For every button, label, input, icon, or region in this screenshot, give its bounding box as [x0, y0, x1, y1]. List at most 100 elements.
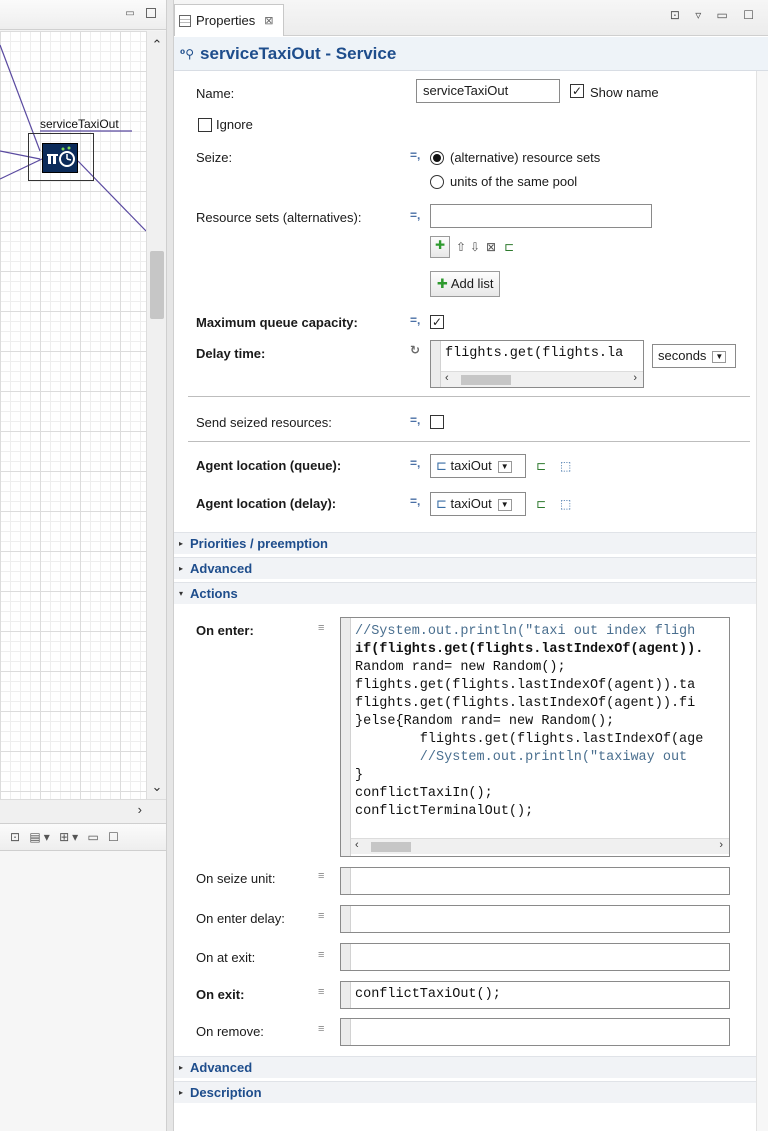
code-line: conflictTaxiOut(); — [355, 987, 501, 1002]
diagram-vertical-scrollbar[interactable]: ⌃ ⌄ — [146, 31, 166, 805]
separator — [188, 396, 750, 397]
loc-delay-select[interactable]: ⊏ taxiOut ▼ — [430, 492, 526, 516]
remove-icon[interactable]: ⊠ — [486, 240, 496, 254]
add-list-button[interactable]: ✚ Add list — [430, 271, 501, 297]
code-line: flights.get(flights.lastIndexOf(agent)).… — [355, 678, 696, 693]
add-set-icon[interactable]: ✚ — [430, 236, 451, 258]
code-line: if(flights.get(flights.lastIndexOf(agent… — [355, 642, 704, 657]
view-menu-controls[interactable]: ⊡ ▿ ▭ ☐ — [670, 8, 760, 22]
section-advanced[interactable]: ▸ Advanced — [174, 557, 756, 579]
zoom-to-location-icon[interactable]: ⬚ — [560, 497, 571, 511]
service-block-icon[interactable] — [42, 143, 78, 173]
code-field-icon: ≡ — [318, 622, 325, 634]
on-enter-editor[interactable]: //System.out.println("taxi out index fli… — [340, 617, 730, 857]
on-at-exit-label: On at exit: — [196, 950, 256, 965]
minimize-icon[interactable]: ▭ — [124, 8, 136, 19]
dynamic-value-icon[interactable]: ↻ — [410, 343, 420, 357]
on-remove-label: On remove: — [196, 1024, 264, 1039]
static-value-icon[interactable]: =, — [410, 413, 420, 427]
select-location-icon[interactable]: ⊏ — [536, 497, 546, 511]
section-advanced-label: Advanced — [190, 561, 253, 576]
delay-editor-hscroll[interactable]: ‹ › — [441, 371, 643, 387]
separator — [188, 441, 750, 442]
section-description[interactable]: ▸ Description — [174, 1081, 756, 1103]
loc-delay-label: Agent location (delay): — [196, 496, 337, 511]
properties-view: Properties ⊠ ⊡ ▿ ▭ ☐ ⁰⚲ serviceTaxiOut -… — [174, 0, 768, 1131]
maximize-icon[interactable] — [146, 8, 156, 18]
delay-time-code: flights.get(flights.la — [445, 346, 624, 361]
on-at-exit-editor[interactable] — [340, 943, 730, 971]
editor-gutter — [341, 618, 351, 856]
select-location-icon[interactable]: ⊏ — [536, 459, 546, 473]
delay-unit-select[interactable]: seconds ▼ — [652, 344, 736, 368]
select-resource-icon[interactable]: ⊏ — [504, 240, 514, 254]
code-line: //System.out.println("taxi out index fli… — [355, 624, 696, 639]
code-line: flights.get(flights.lastIndexOf(age — [355, 732, 704, 747]
pane-splitter[interactable] — [166, 0, 174, 1131]
max-queue-checkbox[interactable]: ✓ — [430, 315, 444, 329]
section-advanced-2[interactable]: ▸ Advanced — [174, 1056, 756, 1078]
seize-radio-resource-sets[interactable] — [430, 151, 444, 165]
chevron-down-icon: ▼ — [712, 350, 727, 363]
on-seize-unit-editor[interactable] — [340, 867, 730, 895]
page-title: serviceTaxiOut - Service — [200, 43, 397, 63]
code-field-icon: ≡ — [318, 910, 325, 922]
move-up-icon[interactable]: ⇧ — [456, 240, 466, 254]
section-priorities-label: Priorities / preemption — [190, 536, 328, 551]
name-input[interactable]: serviceTaxiOut — [416, 79, 560, 103]
static-value-icon[interactable]: =, — [410, 148, 420, 162]
ignore-checkbox[interactable] — [198, 118, 212, 132]
agent-name-label: serviceTaxiOut — [40, 117, 119, 131]
resource-sets-list[interactable] — [430, 204, 652, 228]
expand-triangle-icon: ▸ — [179, 1088, 184, 1097]
diagram-horizontal-scrollbar[interactable]: › — [0, 799, 166, 823]
properties-icon — [179, 14, 191, 27]
resource-sets-label: Resource sets (alternatives): — [196, 210, 362, 225]
space-markup-icon: ⊏ — [436, 496, 447, 511]
scroll-down-icon[interactable]: ⌄ — [147, 779, 167, 795]
expand-triangle-icon: ▸ — [179, 564, 184, 573]
on-exit-editor[interactable]: conflictTaxiOut(); — [340, 981, 730, 1009]
on-enter-hscroll[interactable]: ‹ › — [351, 838, 729, 854]
code-line: Random rand= new Random(); — [355, 660, 566, 675]
name-label: Name: — [196, 86, 235, 101]
static-value-icon[interactable]: =, — [410, 456, 420, 470]
loc-queue-value: taxiOut — [450, 458, 492, 473]
on-enter-delay-editor[interactable] — [340, 905, 730, 933]
service-icon: ⁰⚲ — [180, 46, 195, 61]
code-line: }else{Random rand= new Random(); — [355, 714, 615, 729]
static-value-icon[interactable]: =, — [410, 494, 420, 508]
delay-time-editor[interactable]: flights.get(flights.la ‹ › — [430, 340, 644, 388]
section-actions[interactable]: ▾ Actions — [174, 582, 756, 604]
section-priorities[interactable]: ▸ Priorities / preemption — [174, 532, 756, 554]
code-line: flights.get(flights.lastIndexOf(agent)).… — [355, 696, 696, 711]
scroll-right-icon[interactable]: › — [138, 802, 142, 817]
loc-queue-select[interactable]: ⊏ taxiOut ▼ — [430, 454, 526, 478]
properties-tabbar: Properties ⊠ ⊡ ▿ ▭ ☐ — [174, 0, 768, 36]
close-icon[interactable]: ⊠ — [264, 14, 273, 27]
code-line: //System.out.println("taxiway out — [355, 750, 696, 765]
editor-gutter — [431, 341, 441, 387]
diagram-pane: ▭ serviceTaxiOut ⌃ ⌄ › ⊡ ▤▾ ⊞▾ ▭ ☐ — [0, 0, 166, 1131]
move-down-icon[interactable]: ⇩ — [470, 240, 480, 254]
code-line: } — [355, 768, 364, 783]
tab-properties-label: Properties — [196, 13, 256, 28]
code-field-icon: ≡ — [318, 870, 325, 882]
seize-label: Seize: — [196, 150, 233, 165]
static-value-icon[interactable]: =, — [410, 313, 420, 327]
loc-delay-value: taxiOut — [450, 496, 492, 511]
section-actions-label: Actions — [190, 586, 238, 601]
send-seized-checkbox[interactable] — [430, 415, 444, 429]
show-name-checkbox[interactable]: ✓ — [570, 84, 584, 98]
scroll-thumb[interactable] — [150, 251, 164, 319]
seize-radio-same-pool[interactable] — [430, 175, 444, 189]
static-value-icon[interactable]: =, — [410, 208, 420, 222]
code-field-icon: ≡ — [318, 949, 325, 961]
on-remove-editor[interactable] — [340, 1018, 730, 1046]
code-line: conflictTaxiIn(); — [355, 786, 493, 801]
tab-properties[interactable]: Properties ⊠ — [174, 4, 285, 36]
scroll-up-icon[interactable]: ⌃ — [147, 37, 167, 53]
properties-vertical-scrollbar[interactable] — [756, 71, 768, 1131]
zoom-to-location-icon[interactable]: ⬚ — [560, 459, 571, 473]
view-toolbar-icons[interactable]: ⊡ ▤▾ ⊞▾ ▭ ☐ — [10, 830, 122, 844]
